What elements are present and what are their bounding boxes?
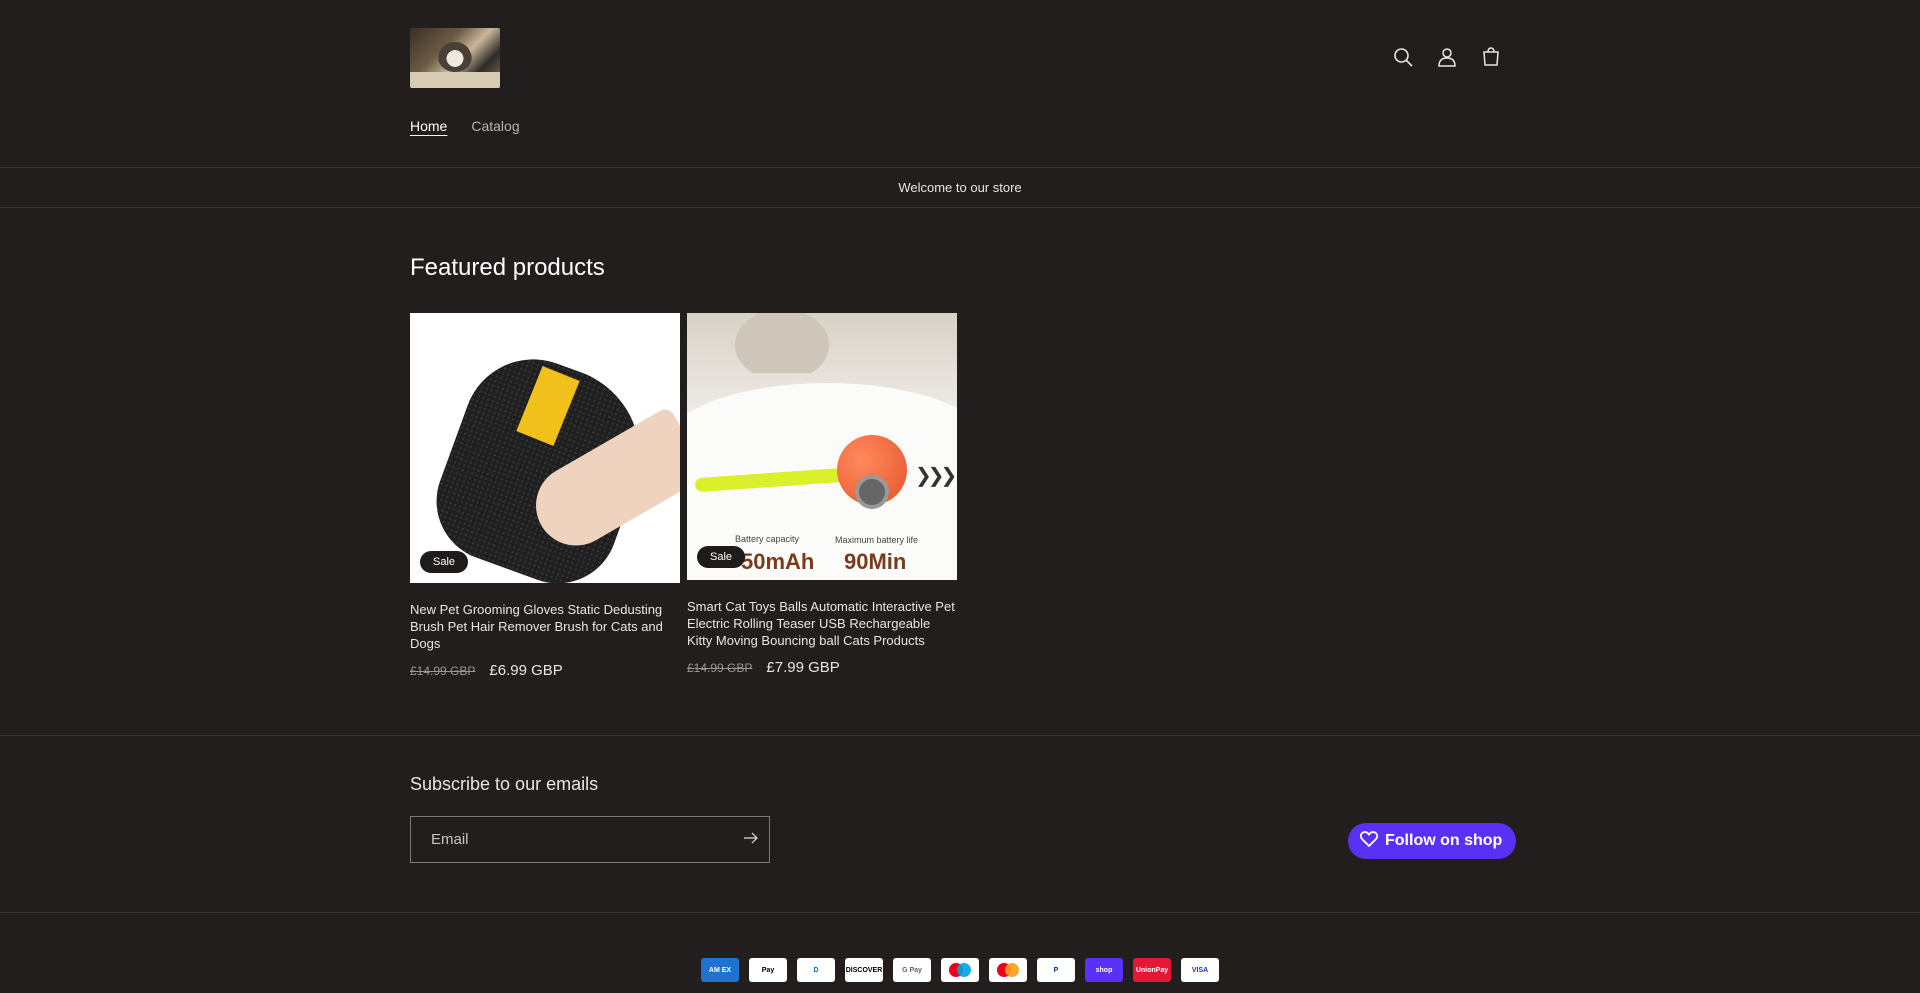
battery-life-label: Maximum battery life bbox=[835, 535, 919, 545]
product-image[interactable]: Sale bbox=[410, 313, 680, 583]
product-price: £14.99 GBP £7.99 GBP bbox=[687, 659, 957, 676]
sale-price: £6.99 GBP bbox=[489, 662, 563, 679]
featured-title: Featured products bbox=[410, 254, 605, 281]
payment-icon bbox=[989, 958, 1027, 982]
search-icon[interactable] bbox=[1390, 44, 1416, 70]
arrow-right-icon[interactable] bbox=[743, 831, 759, 849]
toy-cat bbox=[727, 313, 837, 373]
payment-label: P bbox=[1053, 966, 1059, 974]
payment-icon: VISA bbox=[1181, 958, 1219, 982]
battery-capacity-value: 50mAh bbox=[741, 549, 815, 574]
footer-divider bbox=[0, 912, 1920, 913]
product-title[interactable]: Smart Cat Toys Balls Automatic Interacti… bbox=[687, 598, 957, 649]
section-divider bbox=[0, 735, 1920, 736]
payment-icon: P bbox=[1037, 958, 1075, 982]
sale-price: £7.99 GBP bbox=[766, 659, 840, 676]
payment-icon: DISCOVER bbox=[845, 958, 883, 982]
payment-icon: D bbox=[797, 958, 835, 982]
sale-badge: Sale bbox=[420, 551, 469, 573]
cart-icon[interactable] bbox=[1478, 44, 1504, 70]
store-logo[interactable] bbox=[410, 28, 500, 88]
payment-label: AM EX bbox=[708, 966, 732, 974]
announcement-bar: Welcome to our store bbox=[0, 168, 1920, 208]
payment-label: DISCOVER bbox=[845, 966, 883, 974]
payment-icon: shop bbox=[1085, 958, 1123, 982]
payment-label: VISA bbox=[1191, 966, 1209, 974]
payment-icon: AM EX bbox=[701, 958, 739, 982]
product-card[interactable]: ❯❯❯ Battery capacity Maximum battery lif… bbox=[687, 313, 957, 676]
product-title[interactable]: New Pet Grooming Gloves Static Dedusting… bbox=[410, 601, 680, 652]
account-icon[interactable] bbox=[1434, 44, 1460, 70]
nav-home[interactable]: Home bbox=[410, 118, 447, 134]
logo-floor bbox=[410, 72, 500, 88]
main-nav: Home Catalog bbox=[410, 118, 520, 134]
payment-icon: G Pay bbox=[893, 958, 931, 982]
payment-label: shop bbox=[1095, 966, 1113, 974]
payment-label: Pay bbox=[761, 966, 775, 974]
newsletter-title: Subscribe to our emails bbox=[410, 774, 599, 794]
email-form bbox=[410, 816, 770, 863]
payment-icons: AM EX Pay D DISCOVER G Pay Pshop UnionPay VISA bbox=[701, 958, 1219, 982]
sale-badge: Sale bbox=[697, 546, 746, 568]
follow-on-shop-button[interactable]: Follow on shop bbox=[1348, 823, 1517, 859]
payment-label: G Pay bbox=[902, 966, 922, 974]
payment-label: UnionPay bbox=[1135, 966, 1169, 974]
nav-catalog[interactable]: Catalog bbox=[471, 118, 519, 134]
toy-ball bbox=[837, 435, 907, 509]
follow-label: Follow on shop bbox=[1385, 832, 1503, 849]
product-card[interactable]: Sale New Pet Grooming Gloves Static Dedu… bbox=[410, 313, 680, 679]
payment-icon bbox=[941, 958, 979, 982]
payment-icon: UnionPay bbox=[1133, 958, 1171, 982]
regular-price: £14.99 GBP bbox=[687, 661, 753, 675]
header-icons bbox=[1390, 44, 1504, 70]
logo-cat bbox=[438, 42, 472, 72]
battery-life-value: 90Min bbox=[844, 549, 907, 574]
payment-icon: Pay bbox=[749, 958, 787, 982]
chevrons-icon: ❯❯❯ bbox=[915, 465, 957, 487]
site-header: Home Catalog bbox=[0, 0, 1920, 168]
payment-label: D bbox=[813, 966, 819, 974]
battery-capacity-label: Battery capacity bbox=[735, 534, 800, 544]
regular-price: £14.99 GBP bbox=[410, 664, 476, 678]
heart-icon bbox=[1359, 830, 1379, 852]
email-input[interactable] bbox=[431, 831, 711, 848]
product-image[interactable]: ❯❯❯ Battery capacity Maximum battery lif… bbox=[687, 313, 957, 580]
product-price: £14.99 GBP £6.99 GBP bbox=[410, 662, 680, 679]
